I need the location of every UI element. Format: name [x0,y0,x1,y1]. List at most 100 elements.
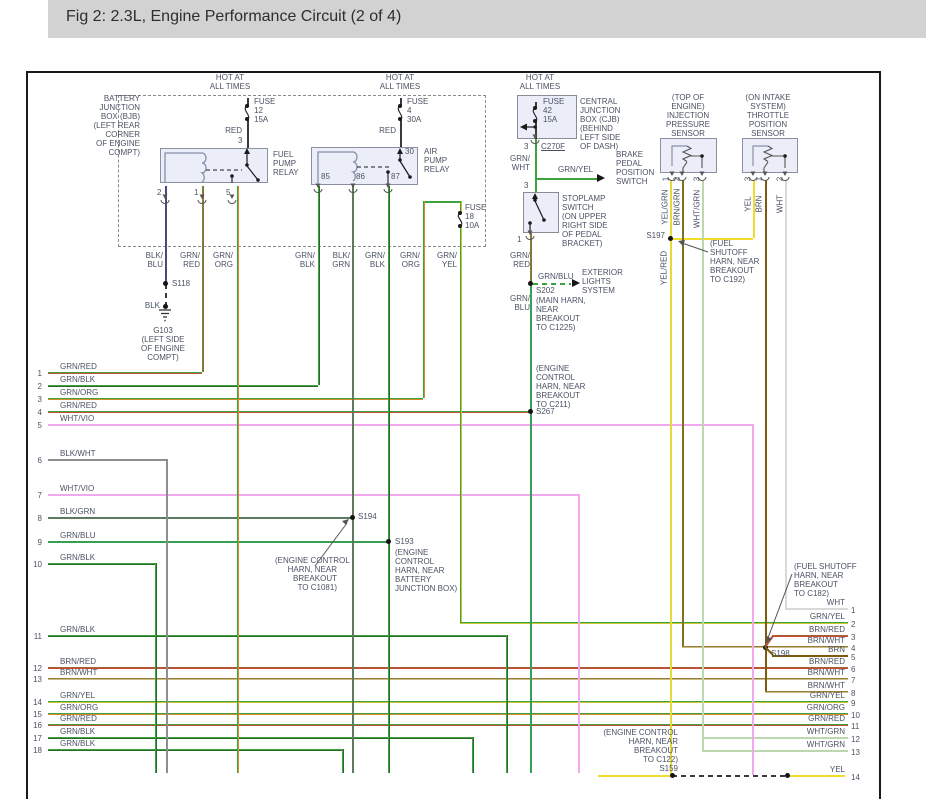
row-number-right: 12 [851,735,860,744]
annotation: GRN/ RED [504,251,530,269]
wire-grn-yel [48,701,848,703]
splice-S118 [163,281,168,286]
annotation: GRN/ ORG [207,251,233,269]
row-number-right: 14 [851,773,860,782]
annotation: (MAIN HARN, NEAR BREAKOUT TO C1225) [536,296,586,332]
wire-label: GRN/ORG [60,388,98,397]
wire-label: GRN/BLK [60,625,95,634]
annotation: S194 [358,512,377,521]
wire-blk [535,102,537,109]
annotation: BRN/GRN [673,189,682,226]
wire-grn-blk [472,737,474,773]
row-number-right: 4 [851,644,855,653]
annotation: BLK/ GRN [324,251,350,269]
wire-blk [165,284,167,306]
annotation: 2 [157,188,161,197]
annotation: WHT/GRN [693,190,702,228]
row-number-right: 7 [851,676,855,685]
wire-blk [400,119,402,147]
wire-label: WHT/VIO [60,414,94,423]
ground-node-G103 [163,304,168,309]
annotation: HOT AT ALL TIMES [200,73,260,91]
annotation: 3 [693,177,702,181]
wire-label: GRN/ORG [60,703,98,712]
row-number-left: 8 [26,514,42,523]
wire-label: GRN/RED [60,714,97,723]
row-number-left: 7 [26,491,42,500]
wire-grn-blk [155,563,157,773]
annotation: (FUEL SHUTOFF HARN, NEAR BREAKOUT TO C18… [794,562,857,598]
annotation: EXTERIOR LIGHTS SYSTEM [582,268,623,295]
annotation: 3 [524,181,528,190]
row-number-left: 4 [26,408,42,417]
wire-wht-vio [48,494,578,496]
wire-brn-red [48,667,848,669]
wire-wht-vio [48,424,752,426]
wire-label: BRN [770,645,845,654]
annotation: 30 [405,147,414,156]
wire-wht-grn [702,737,848,739]
wire-grn [535,139,537,192]
wire-grn [535,178,597,180]
annotation: GRN/ ORG [394,251,420,269]
throttle-position-sensor-box [742,138,798,173]
wire-blk [400,98,402,107]
wire-wht-grn [702,180,704,750]
annotation: GRN/ YEL [431,251,457,269]
wire-label: BRN/WHT [60,668,97,677]
wire-label: GRN/BLK [60,739,95,748]
row-number-left: 17 [26,734,42,743]
annotation: FUSE 12 15A [254,97,275,124]
wire-blk-grn [352,186,354,773]
annotation: BRN [755,196,764,213]
wire-grn-blk [342,749,344,773]
annotation: GRN/ RED [174,251,200,269]
wire-label: GRN/BLK [60,727,95,736]
row-number-right: 1 [851,606,855,615]
row-number-left: 9 [26,538,42,547]
wire-blk-wht [48,459,166,461]
wire-wht-grn [702,750,848,752]
annotation: CENTRAL JUNCTION BOX (CJB) (BEHIND LEFT … [580,97,620,151]
annotation: HOT AT ALL TIMES [510,73,570,91]
wire-label: BLK/GRN [60,507,95,516]
row-number-right: 9 [851,699,855,708]
wire-grn-blk [48,635,506,637]
annotation: FUSE 42 15A [543,97,564,124]
wire-label: BRN/RED [60,657,96,666]
annotation: WHT [776,195,785,213]
annotation: 87 [391,172,400,181]
wire-grn-org [237,186,239,773]
annotation: 1 [194,188,198,197]
wire-grn-blk [48,737,472,739]
annotation: 1 [517,235,521,244]
wire-label: BRN/RED [770,657,845,666]
arrow-to-brake-pedal-position-switch [597,174,605,182]
wire-label: GRN/RED [770,714,845,723]
wire-label: WHT/VIO [60,484,94,493]
annotation: 1 [755,177,764,181]
annotation: (ENGINE CONTROL HARN, NEAR BREAKOUT TO C… [536,364,585,409]
wire-wht-vio [578,494,580,773]
row-number-right: 13 [851,748,860,757]
row-number-left: 1 [26,369,42,378]
row-number-right: 11 [851,722,859,731]
splice-S193 [386,539,391,544]
annotation: BATTERY JUNCTION BOX (BJB) (LEFT REAR CO… [84,94,140,157]
wire-grn [533,283,571,285]
row-number-left: 13 [26,675,42,684]
annotation: S118 [172,279,190,288]
wire-grn-blk [48,563,155,565]
annotation: S197 [643,231,665,240]
annotation: STOPLAMP SWITCH (ON UPPER RIGHT SIDE OF … [562,194,608,248]
row-number-left: 6 [26,456,42,465]
annotation: RED [214,126,242,135]
annotation: HOT AT ALL TIMES [370,73,430,91]
wire-grn-yel [460,226,462,622]
wire-yel [787,775,845,777]
annotation: GRN/ BLK [289,251,315,269]
wire-label: GRN/BLU [60,531,96,540]
annotation: 85 [321,172,330,181]
annotation: GRN/YEL [558,165,593,174]
wire-label: GRN/BLK [60,375,95,384]
